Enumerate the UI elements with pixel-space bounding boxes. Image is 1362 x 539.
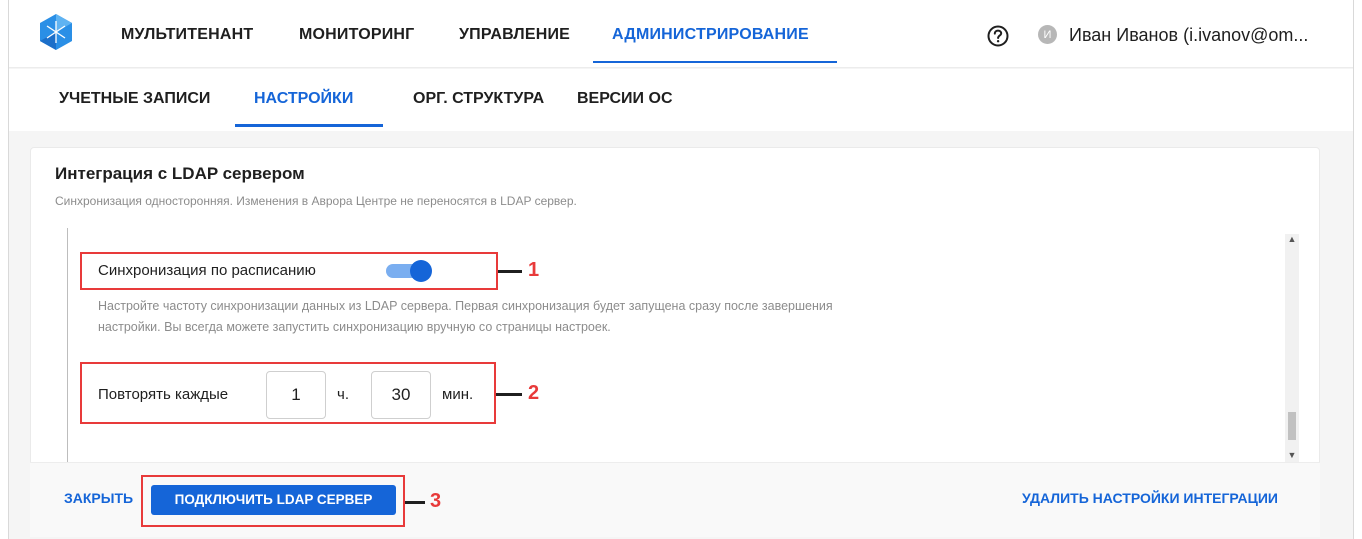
subnav-active-indicator — [235, 124, 383, 127]
sub-navigation: УЧЕТНЫЕ ЗАПИСИ НАСТРОЙКИ ОРГ. СТРУКТУРА … — [9, 69, 1353, 131]
card-subtitle: Синхронизация односторонняя. Изменения в… — [55, 194, 577, 208]
callout-number-2: 2 — [528, 382, 540, 404]
help-icon[interactable] — [987, 25, 1009, 47]
user-name[interactable]: Иван Иванов (i.ivanov@om... — [1069, 25, 1308, 46]
app-logo-icon[interactable] — [39, 13, 73, 51]
topnav-administration[interactable]: АДМИНИСТРИРОВАНИЕ — [612, 26, 809, 44]
close-button[interactable]: ЗАКРЫТЬ — [64, 490, 133, 506]
callout-number-1: 1 — [528, 259, 540, 281]
scroll-down-icon[interactable]: ▼ — [1287, 450, 1297, 460]
tab-settings[interactable]: НАСТРОЙКИ — [254, 90, 353, 108]
topnav-management[interactable]: УПРАВЛЕНИЕ — [459, 26, 570, 44]
topnav-active-indicator — [593, 61, 837, 63]
top-navigation: МУЛЬТИТЕНАНТ МОНИТОРИНГ УПРАВЛЕНИЕ АДМИН… — [9, 0, 1353, 68]
card-title: Интеграция с LDAP сервером — [55, 164, 305, 183]
scroll-up-icon[interactable]: ▲ — [1287, 234, 1297, 244]
callout-box-2 — [80, 362, 496, 424]
delete-integration-button[interactable]: УДАЛИТЬ НАСТРОЙКИ ИНТЕГРАЦИИ — [1022, 490, 1278, 506]
avatar[interactable]: И — [1038, 25, 1057, 44]
callout-box-1 — [80, 252, 498, 290]
topnav-multitenant[interactable]: МУЛЬТИТЕНАНТ — [121, 26, 253, 44]
topnav-monitoring[interactable]: МОНИТОРИНГ — [299, 26, 414, 44]
callout-line-3 — [405, 501, 425, 504]
tab-accounts[interactable]: УЧЕТНЫЕ ЗАПИСИ — [59, 90, 210, 108]
callout-line-1 — [498, 270, 522, 273]
tab-os-versions[interactable]: ВЕРСИИ ОС — [577, 90, 673, 108]
callout-box-3 — [141, 475, 405, 527]
scroll-thumb[interactable] — [1288, 412, 1296, 440]
callout-number-3: 3 — [430, 490, 442, 512]
callout-line-2 — [496, 393, 522, 396]
schedule-hint: Настройте частоту синхронизации данных и… — [98, 299, 833, 334]
tab-org-structure[interactable]: ОРГ. СТРУКТУРА — [413, 90, 544, 108]
